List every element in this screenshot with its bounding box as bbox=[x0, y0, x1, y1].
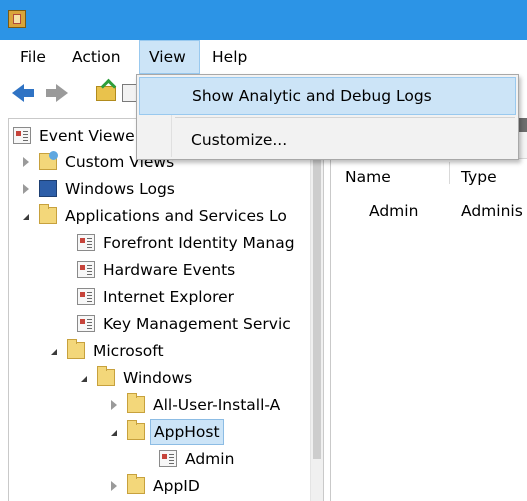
column-header-type[interactable]: Type bbox=[461, 168, 497, 186]
tree-node-label: All-User-Install-A bbox=[153, 396, 281, 414]
list-cell-name[interactable]: Admin bbox=[369, 202, 418, 220]
tree-node-label: Event Viewe bbox=[39, 127, 135, 145]
event-viewer-icon bbox=[13, 127, 31, 144]
log-icon bbox=[159, 450, 177, 467]
tree-scrollbar[interactable] bbox=[310, 119, 323, 501]
scrollbar-thumb[interactable] bbox=[313, 159, 321, 459]
log-list-pane: Name Type Admin Adminis bbox=[330, 118, 527, 501]
menu-file[interactable]: File bbox=[11, 40, 55, 74]
expand-arrow-icon[interactable] bbox=[23, 157, 29, 167]
menu-view[interactable]: View bbox=[139, 40, 200, 74]
menu-action[interactable]: Action bbox=[63, 40, 130, 74]
menu-bar: File Action View Help bbox=[0, 40, 527, 74]
view-dropdown-menu: Show Analytic and Debug Logs Customize..… bbox=[136, 74, 519, 160]
tree-node-label: AppHost bbox=[150, 419, 224, 445]
folder-icon bbox=[127, 393, 145, 413]
column-header-name[interactable]: Name bbox=[345, 168, 391, 186]
log-icon bbox=[77, 315, 95, 332]
log-icon bbox=[77, 261, 95, 278]
console-tree: Event Viewe Custom Views Windows Logs Ap… bbox=[8, 118, 324, 501]
tree-node-label: AppID bbox=[153, 477, 200, 495]
collapse-arrow-icon[interactable] bbox=[111, 430, 117, 436]
log-icon bbox=[77, 288, 95, 305]
tree-node-label: Windows Logs bbox=[65, 180, 175, 198]
tree-node-label: Hardware Events bbox=[103, 261, 236, 279]
menu-separator bbox=[175, 117, 515, 118]
expand-arrow-icon[interactable] bbox=[111, 481, 117, 491]
tree-node-label: Microsoft bbox=[93, 342, 164, 360]
menu-help[interactable]: Help bbox=[203, 40, 256, 74]
collapse-arrow-icon[interactable] bbox=[23, 214, 29, 220]
list-cell-type[interactable]: Adminis bbox=[461, 202, 523, 220]
collapse-arrow-icon[interactable] bbox=[81, 376, 87, 382]
back-arrow-icon[interactable] bbox=[12, 84, 34, 102]
tree-node-label: Applications and Services Lo bbox=[65, 207, 287, 225]
folder-icon bbox=[97, 366, 115, 386]
column-divider[interactable] bbox=[449, 162, 450, 184]
folder-icon bbox=[127, 474, 145, 494]
folder-icon bbox=[127, 420, 145, 440]
up-folder-icon[interactable] bbox=[96, 84, 118, 102]
folder-icon bbox=[39, 204, 57, 224]
tree-node-label: Internet Explorer bbox=[103, 288, 235, 306]
title-bar bbox=[0, 0, 527, 40]
expand-arrow-icon[interactable] bbox=[23, 184, 29, 194]
tree-node-label: Windows bbox=[123, 369, 193, 387]
folder-icon bbox=[67, 339, 85, 359]
event-viewer-app-icon[interactable] bbox=[8, 10, 26, 28]
tree-node-label: Key Management Servic bbox=[103, 315, 291, 333]
forward-arrow-icon[interactable] bbox=[46, 84, 68, 102]
menu-item-customize[interactable]: Customize... bbox=[139, 121, 516, 159]
log-icon bbox=[77, 234, 95, 251]
windows-logs-icon bbox=[39, 180, 57, 197]
custom-views-icon bbox=[39, 151, 58, 170]
tree-node-label: Admin bbox=[185, 450, 235, 468]
collapse-arrow-icon[interactable] bbox=[51, 349, 57, 355]
tree-node-label: Forefront Identity Manag bbox=[103, 234, 295, 252]
expand-arrow-icon[interactable] bbox=[111, 400, 117, 410]
menu-item-show-analytic-debug-logs[interactable]: Show Analytic and Debug Logs bbox=[139, 77, 516, 115]
